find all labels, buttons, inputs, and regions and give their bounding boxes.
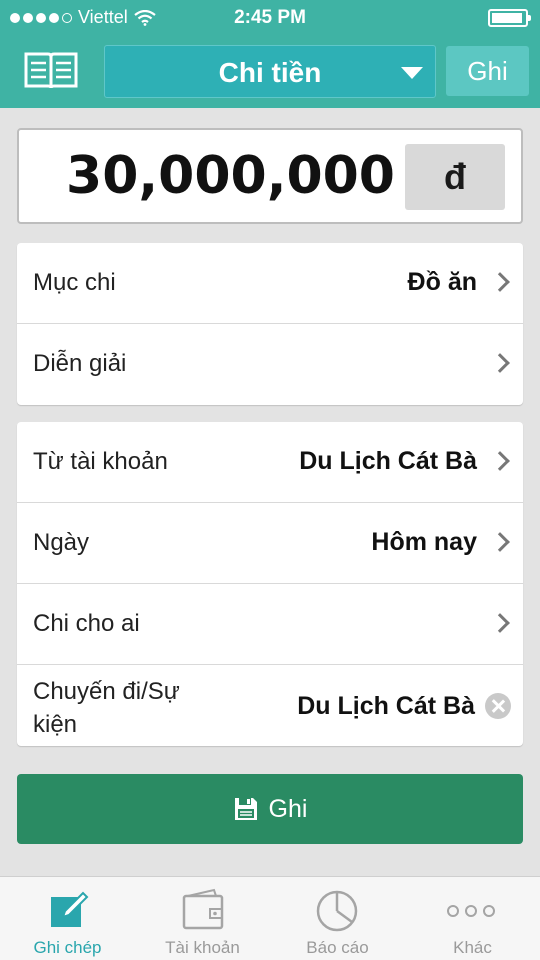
- currency-button[interactable]: đ: [405, 144, 505, 210]
- tab-more[interactable]: Khác: [405, 877, 540, 960]
- tab-label: Khác: [453, 938, 492, 957]
- chevron-right-icon: [490, 451, 510, 471]
- tab-label: Tài khoản: [165, 938, 240, 957]
- status-bar: Viettel 2:45 PM: [0, 0, 540, 36]
- row-value: Hôm nay: [371, 528, 477, 556]
- tab-bar: Ghi chép Tài khoản Báo cáo Khác: [0, 876, 540, 960]
- clear-icon[interactable]: [485, 693, 511, 719]
- save-button-label: Ghi: [268, 794, 308, 823]
- tab-label: Báo cáo: [306, 938, 369, 957]
- row-payee[interactable]: Chi cho ai: [17, 584, 523, 665]
- tab-reports[interactable]: Báo cáo: [270, 877, 405, 960]
- row-label: Từ tài khoản: [33, 448, 168, 475]
- chevron-right-icon: [490, 272, 510, 292]
- details-card: Từ tài khoản Du Lịch Cát Bà Ngày Hôm nay…: [17, 422, 523, 746]
- row-value: Du Lịch Cát Bà: [297, 692, 475, 720]
- transaction-type-dropdown[interactable]: Chi tiền: [104, 45, 436, 98]
- row-label: Chi cho ai: [33, 610, 140, 637]
- amount-input[interactable]: 30,000,000 đ: [17, 128, 523, 224]
- book-icon[interactable]: [22, 50, 80, 92]
- battery-icon: [488, 9, 531, 27]
- row-label: Chuyến đi/Sự kiện: [33, 678, 180, 738]
- save-button[interactable]: Ghi: [17, 774, 523, 844]
- status-time: 2:45 PM: [234, 7, 306, 28]
- wallet-icon: [182, 888, 224, 930]
- chevron-right-icon: [490, 532, 510, 552]
- tab-label: Ghi chép: [33, 938, 102, 957]
- tab-accounts[interactable]: Tài khoản: [135, 877, 270, 960]
- caret-down-icon: [401, 67, 423, 79]
- amount-value: 30,000,000: [66, 146, 395, 206]
- category-card: Mục chi Đồ ăn Diễn giải: [17, 243, 523, 405]
- chevron-right-icon: [490, 613, 510, 633]
- tab-notes[interactable]: Ghi chép: [0, 877, 135, 960]
- header-bar: Viettel 2:45 PM Chi tiền Ghi: [0, 0, 540, 108]
- row-label: Diễn giải: [33, 350, 127, 377]
- page-title: Chi tiền: [218, 57, 322, 88]
- more-dots-icon: [447, 905, 495, 917]
- row-from-account[interactable]: Từ tài khoản Du Lịch Cát Bà: [17, 422, 523, 503]
- pie-chart-icon: [316, 890, 358, 932]
- row-label: Ngày: [33, 529, 90, 556]
- pencil-note-icon: [51, 891, 89, 927]
- row-category[interactable]: Mục chi Đồ ăn: [17, 243, 523, 324]
- row-trip-event[interactable]: Chuyến đi/Sự kiện Du Lịch Cát Bà: [17, 665, 523, 746]
- row-description[interactable]: Diễn giải: [17, 324, 523, 405]
- row-label: Mục chi: [33, 269, 116, 296]
- save-button-top[interactable]: Ghi: [446, 46, 529, 96]
- floppy-disk-icon: [234, 798, 257, 820]
- row-date[interactable]: Ngày Hôm nay: [17, 503, 523, 584]
- chevron-right-icon: [490, 353, 510, 373]
- row-value: Du Lịch Cát Bà: [299, 447, 477, 475]
- row-value: Đồ ăn: [407, 268, 477, 296]
